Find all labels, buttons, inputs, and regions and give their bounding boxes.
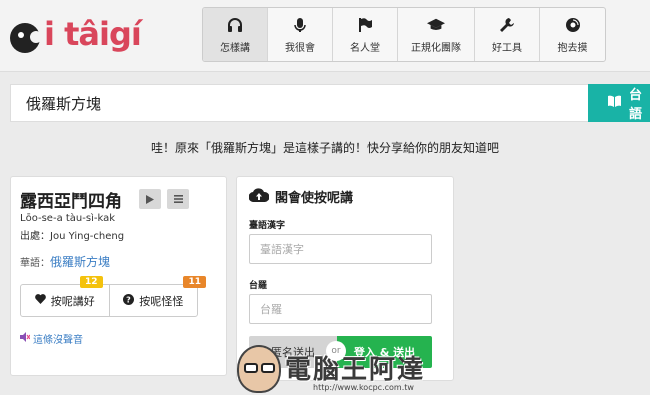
mandarin-label: 華語： bbox=[20, 258, 50, 269]
nav-item-normalization-team[interactable]: 正規化團隊 bbox=[398, 8, 475, 61]
contribute-title-text: 閣會使按呢講 bbox=[275, 191, 354, 206]
play-icon bbox=[146, 194, 154, 204]
main-nav: 怎樣講 我很會 名人堂 正規化團隊 好工具 抱去摸 bbox=[202, 7, 606, 62]
word-card: 露西亞鬥四角 Lōo-se-a tàu-sì-kak 出處：Jou Ying-c… bbox=[10, 176, 227, 376]
nav-item-take-away[interactable]: 抱去摸 bbox=[540, 8, 605, 61]
vote-group: 按呢講好 12 ? 按呢怪怪 11 bbox=[20, 276, 206, 317]
logo[interactable]: i tâigí bbox=[10, 12, 142, 56]
question-icon: ? bbox=[123, 293, 135, 308]
hanzi-input[interactable]: 臺語漢字 bbox=[249, 234, 432, 264]
vote-weird-count: 11 bbox=[183, 276, 206, 288]
or-divider: or bbox=[326, 341, 346, 361]
top-bar: i tâigí 怎樣講 我很會 名人堂 正規化團隊 好工具 抱去摸 bbox=[0, 0, 650, 72]
contribute-title: 閣會使按呢講 bbox=[248, 187, 354, 206]
nav-label: 抱去摸 bbox=[557, 42, 588, 54]
nav-label: 名人堂 bbox=[350, 42, 380, 54]
search-button[interactable]: 台語 bbox=[588, 84, 650, 122]
romaji-input[interactable]: 台羅 bbox=[249, 294, 432, 324]
nav-label: 正規化團隊 bbox=[411, 42, 461, 54]
word-title: 露西亞鬥四角 bbox=[20, 192, 122, 212]
search-button-label: 台語 bbox=[629, 88, 643, 122]
svg-text:?: ? bbox=[126, 295, 131, 304]
vote-good-button[interactable]: 按呢講好 12 bbox=[21, 276, 109, 316]
logo-mark-icon bbox=[10, 23, 42, 53]
nav-item-good-tools[interactable]: 好工具 bbox=[475, 8, 540, 61]
watermark-text: 電腦王阿達 bbox=[285, 355, 426, 385]
hanzi-label: 臺語漢字 bbox=[249, 221, 286, 231]
book-icon bbox=[608, 95, 621, 111]
nav-label: 怎樣講 bbox=[220, 42, 250, 54]
mandarin-link[interactable]: 俄羅斯方塊 bbox=[50, 255, 110, 269]
no-audio-link[interactable]: 這條沒聲音 bbox=[20, 331, 83, 346]
logo-text: i tâigí bbox=[44, 15, 142, 53]
vote-weird-label: 按呢怪怪 bbox=[139, 294, 184, 308]
vote-weird-button[interactable]: ? 按呢怪怪 11 bbox=[108, 276, 206, 316]
search-row: 俄羅斯方塊 台語 bbox=[10, 84, 650, 122]
vote-good-count: 12 bbox=[79, 276, 103, 288]
heart-icon bbox=[34, 294, 46, 307]
nav-label: 我很會 bbox=[285, 42, 315, 54]
vote-good-label: 按呢講好 bbox=[50, 294, 95, 308]
nav-label: 好工具 bbox=[492, 42, 522, 54]
mandarin-translation: 華語：俄羅斯方塊 bbox=[20, 253, 110, 270]
source: 出處：Jou Ying-cheng bbox=[20, 231, 125, 242]
graduation-cap-icon bbox=[427, 16, 445, 34]
menu-icon bbox=[173, 195, 183, 203]
watermark-mascot-icon bbox=[237, 345, 281, 393]
romanization: Lōo-se-a tàu-sì-kak bbox=[20, 213, 116, 224]
microphone-icon bbox=[291, 16, 309, 34]
nav-item-i-can[interactable]: 我很會 bbox=[268, 8, 333, 61]
watermark-url: http://www.kocpc.com.tw bbox=[313, 383, 414, 392]
no-audio-label: 這條沒聲音 bbox=[33, 335, 83, 346]
headphones-icon bbox=[226, 16, 244, 34]
muted-icon bbox=[20, 332, 31, 345]
share-message: 哇！原來「俄羅斯方塊」是這樣子講的！快分享給你的朋友知道吧 bbox=[150, 141, 499, 155]
romaji-label: 台羅 bbox=[249, 281, 268, 291]
nav-item-hall-of-fame[interactable]: 名人堂 bbox=[333, 8, 398, 61]
flag-icon bbox=[356, 16, 374, 34]
nav-item-how-to-say[interactable]: 怎樣講 bbox=[203, 8, 268, 61]
search-input[interactable]: 俄羅斯方塊 bbox=[10, 84, 588, 122]
menu-button[interactable] bbox=[167, 189, 189, 209]
cloud-upload-icon bbox=[248, 187, 270, 206]
play-button[interactable] bbox=[139, 189, 161, 209]
wrench-icon bbox=[498, 16, 516, 34]
disc-icon bbox=[564, 16, 582, 34]
